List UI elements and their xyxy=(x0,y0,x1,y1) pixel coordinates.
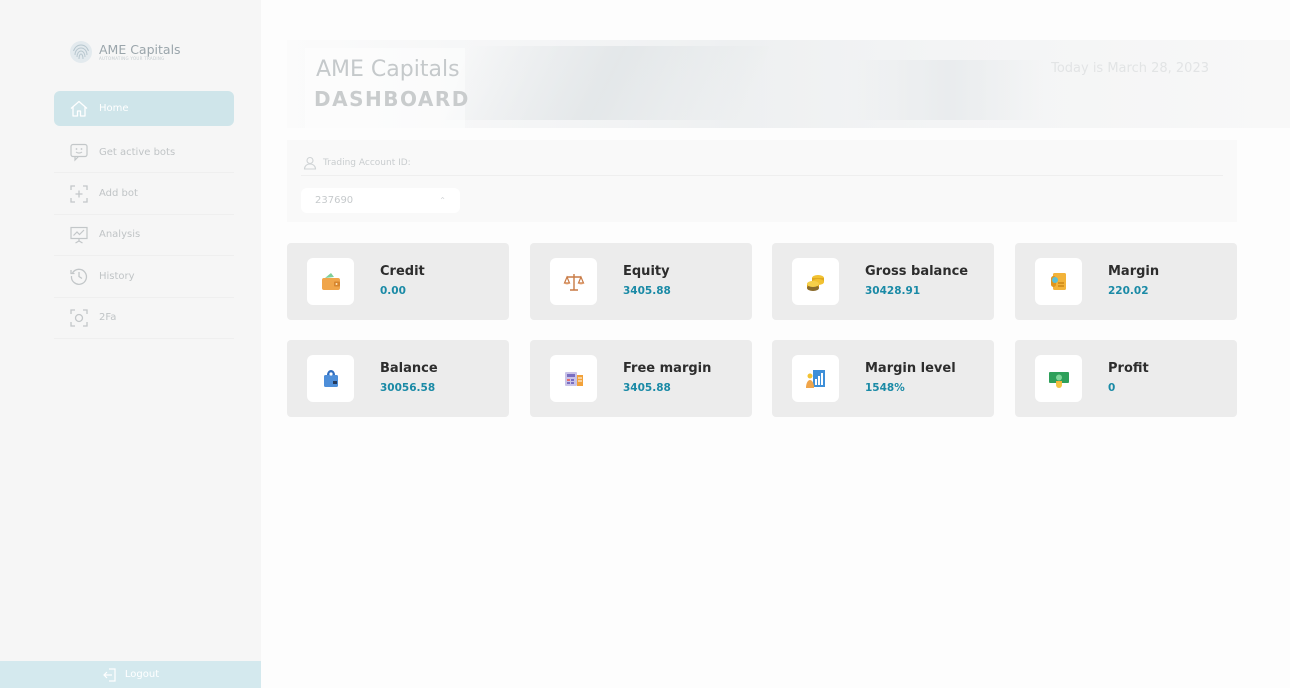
stat-title: Profit xyxy=(1108,361,1149,376)
sidebar-item-label: History xyxy=(99,270,135,282)
tab-trading-account[interactable]: Trading Account ID: xyxy=(301,150,413,176)
bot-face-icon xyxy=(68,141,90,163)
sidebar-item-home[interactable]: Home xyxy=(54,91,234,126)
stat-value: 30428.91 xyxy=(865,285,921,297)
sidebar-item-get-active-bots[interactable]: Get active bots xyxy=(54,132,234,174)
chart-board-icon xyxy=(68,224,90,246)
sidebar-item-add-bot[interactable]: Add bot xyxy=(54,173,234,215)
stat-title: Margin xyxy=(1108,264,1160,279)
trading-account-panel: Trading Account ID: 237690 ⌃ xyxy=(287,140,1237,222)
stat-title: Credit xyxy=(380,264,425,279)
banner-background-image xyxy=(444,46,770,120)
sidebar-item-history[interactable]: History xyxy=(54,256,234,298)
stat-value: 30056.58 xyxy=(380,382,436,394)
logout-label: Logout xyxy=(124,669,160,680)
safe-bag-icon xyxy=(307,355,354,402)
stat-value: 220.02 xyxy=(1108,285,1149,297)
brand[interactable]: AME Capitals AUTOMATING YOUR TRADING xyxy=(69,40,181,64)
sidebar-item-label: 2Fa xyxy=(99,312,117,324)
stat-card-gross-balance[interactable]: Gross balance 30428.91 xyxy=(772,243,994,320)
page-title: AME Capitals xyxy=(316,57,460,82)
page-subtitle: DASHBOARD xyxy=(314,87,470,111)
add-square-icon xyxy=(68,183,90,205)
sidebar-item-label: Home xyxy=(99,103,129,114)
trading-account-label: Trading Account ID: xyxy=(323,157,411,168)
divider xyxy=(301,175,1223,176)
scroll-money-icon xyxy=(1035,258,1082,305)
chevron-up-icon: ⌃ xyxy=(439,196,446,205)
scan-icon xyxy=(68,307,90,329)
history-icon xyxy=(68,265,90,287)
stat-card-margin[interactable]: Margin 220.02 xyxy=(1015,243,1237,320)
logout-button[interactable]: Logout xyxy=(0,661,261,688)
stat-card-equity[interactable]: Equity 3405.88 xyxy=(530,243,752,320)
dashboard-banner: AME Capitals DASHBOARD Today is March 28… xyxy=(287,40,1290,128)
banner-background-image xyxy=(847,60,1047,120)
sidebar-item-analysis[interactable]: Analysis xyxy=(54,215,234,257)
sidebar-nav: Home Get active bots Add bot Analysis Hi… xyxy=(54,91,234,339)
stat-card-free-margin[interactable]: Free margin 3405.88 xyxy=(530,340,752,417)
stat-value: 0 xyxy=(1108,382,1116,394)
calculator-icon xyxy=(550,355,597,402)
fingerprint-logo-icon xyxy=(70,41,92,63)
stat-card-profit[interactable]: Profit 0 xyxy=(1015,340,1237,417)
trading-account-select[interactable]: 237690 ⌃ xyxy=(301,188,460,213)
stat-card-credit[interactable]: Credit 0.00 xyxy=(287,243,509,320)
sidebar-item-label: Analysis xyxy=(99,229,141,241)
cash-icon xyxy=(1035,355,1082,402)
trading-account-value: 237690 xyxy=(315,195,354,206)
sidebar-item-label: Get active bots xyxy=(99,146,176,158)
stat-title: Gross balance xyxy=(865,264,969,279)
stat-title: Equity xyxy=(623,264,670,279)
stat-value: 0.00 xyxy=(380,285,406,297)
chart-person-icon xyxy=(792,355,839,402)
stat-title: Balance xyxy=(380,361,438,376)
stat-title: Free margin xyxy=(623,361,712,376)
stat-value: 1548% xyxy=(865,382,905,394)
stat-title: Margin level xyxy=(865,361,956,376)
current-date: Today is March 28, 2023 xyxy=(1051,61,1209,76)
scales-icon xyxy=(550,258,597,305)
brand-name: AME Capitals xyxy=(99,41,181,57)
home-icon xyxy=(68,98,90,120)
sidebar-item-2fa[interactable]: 2Fa xyxy=(54,298,234,339)
sidebar-item-label: Add bot xyxy=(99,188,138,200)
user-icon xyxy=(303,156,317,170)
stat-card-margin-level[interactable]: Margin level 1548% xyxy=(772,340,994,417)
coins-icon xyxy=(792,258,839,305)
stat-value: 3405.88 xyxy=(623,285,671,297)
sidebar: AME Capitals AUTOMATING YOUR TRADING Hom… xyxy=(0,0,261,688)
logout-icon xyxy=(103,667,116,682)
stat-value: 3405.88 xyxy=(623,382,671,394)
stat-card-balance[interactable]: Balance 30056.58 xyxy=(287,340,509,417)
wallet-icon xyxy=(307,258,354,305)
